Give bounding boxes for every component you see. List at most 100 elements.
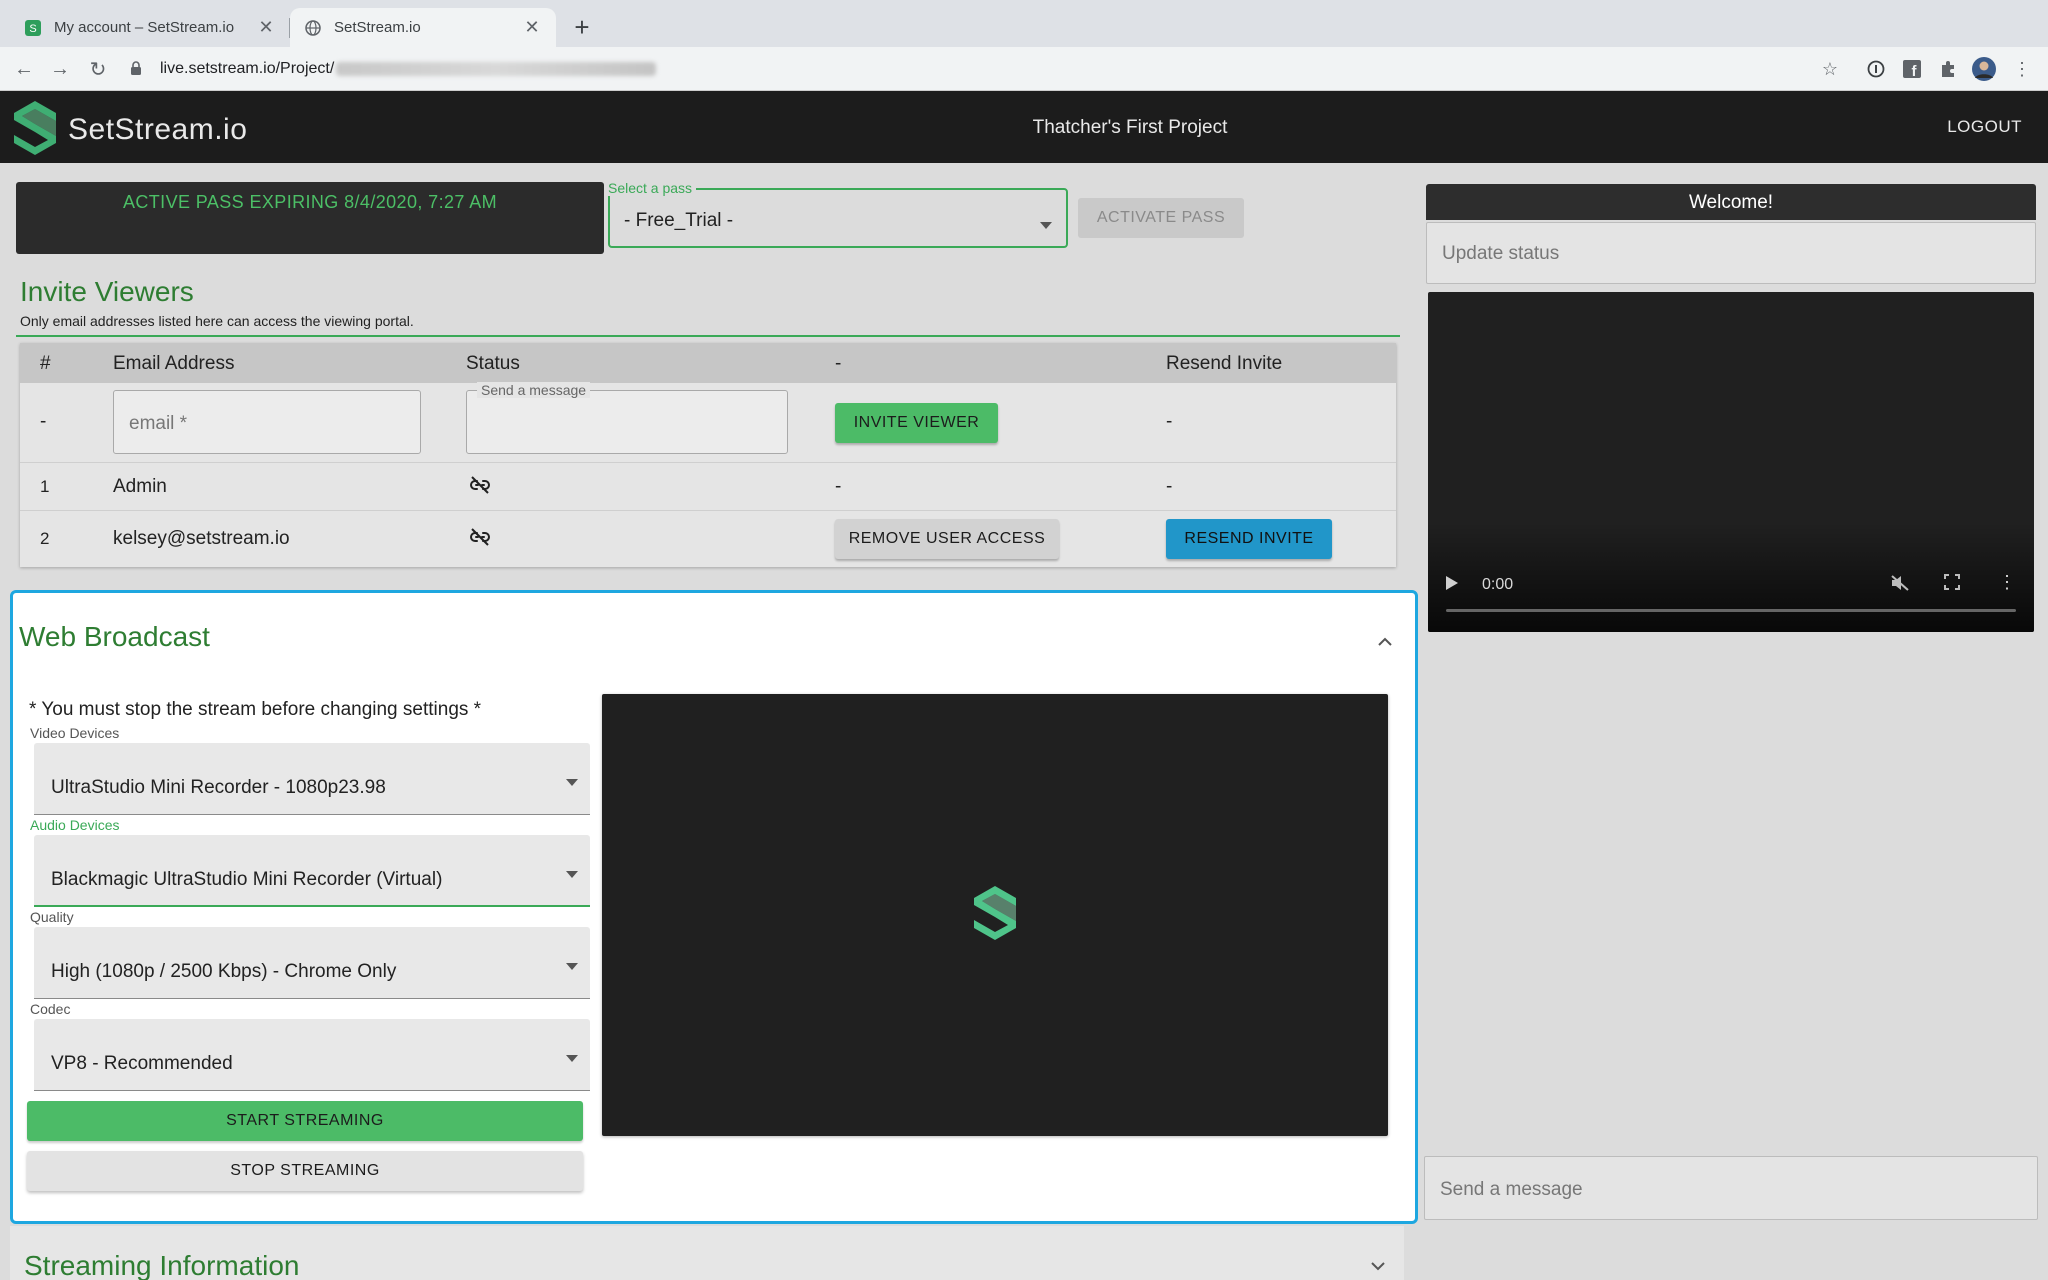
quality-label: Quality xyxy=(30,909,74,925)
column-header-action: - xyxy=(835,353,842,374)
broadcast-preview xyxy=(602,694,1388,1136)
close-tab-icon[interactable]: ✕ xyxy=(256,17,276,38)
video-scrubber[interactable] xyxy=(1446,609,2016,612)
web-broadcast-title: Web Broadcast xyxy=(19,621,210,652)
pass-select[interactable]: Select a pass - Free_Trial - xyxy=(608,180,1068,248)
codec-label: Codec xyxy=(30,1001,71,1017)
quality-value: High (1080p / 2500 Kbps) - Chrome Only xyxy=(51,961,397,982)
invite-viewers-title: Invite Viewers xyxy=(20,276,194,307)
forward-icon[interactable]: → xyxy=(46,55,74,83)
facebook-extension-icon[interactable]: f xyxy=(1900,57,1924,81)
chat-message-input[interactable]: Send a message xyxy=(1424,1156,2038,1220)
chevron-down-icon[interactable] xyxy=(1370,1258,1386,1276)
caret-down-icon xyxy=(566,865,578,883)
link-off-icon xyxy=(468,525,492,555)
mute-icon[interactable] xyxy=(1890,574,1910,597)
table-row: 1 Admin - - xyxy=(20,463,1396,511)
resend-invite-button[interactable]: RESEND INVITE xyxy=(1166,519,1332,559)
stream-settings-notice: * You must stop the stream before changi… xyxy=(29,699,482,720)
section-divider xyxy=(16,335,1400,337)
column-header-resend: Resend Invite xyxy=(1166,353,1283,374)
video-player[interactable]: 0:00 ⋮ xyxy=(1428,292,2034,632)
url-text: live.setstream.io/Project/ xyxy=(160,60,335,77)
row-index: 2 xyxy=(40,529,50,548)
browser-tab-setstream[interactable]: SetStream.io ✕ xyxy=(290,8,556,47)
password-manager-icon[interactable] xyxy=(1864,57,1888,81)
table-row: 2 kelsey@setstream.io REMOVE USER ACCESS… xyxy=(20,511,1396,567)
setstream-favicon-icon: S xyxy=(24,19,42,37)
email-input[interactable]: email * xyxy=(113,390,421,454)
logout-button[interactable]: LOGOUT xyxy=(1947,117,2022,137)
pass-select-label: Select a pass xyxy=(608,180,697,196)
svg-text:S: S xyxy=(29,23,36,35)
email-placeholder: email * xyxy=(129,413,188,434)
fullscreen-icon[interactable] xyxy=(1944,574,1960,595)
audio-devices-select[interactable]: Audio Devices Blackmagic UltraStudio Min… xyxy=(30,817,590,907)
table-row-new-invite: - email * Send a message INVITE VIEWER - xyxy=(20,382,1396,463)
column-header-index: # xyxy=(40,353,51,374)
close-tab-icon[interactable]: ✕ xyxy=(522,17,542,38)
start-streaming-button[interactable]: START STREAMING xyxy=(27,1101,583,1141)
quality-select[interactable]: Quality High (1080p / 2500 Kbps) - Chrom… xyxy=(30,909,590,999)
video-time: 0:00 xyxy=(1482,576,1514,593)
codec-select[interactable]: Codec VP8 - Recommended xyxy=(30,1001,590,1091)
globe-icon xyxy=(304,19,322,37)
video-controls: 0:00 ⋮ xyxy=(1428,522,2034,632)
row-email: Admin xyxy=(113,476,167,497)
video-devices-select[interactable]: Video Devices UltraStudio Mini Recorder … xyxy=(30,725,590,815)
redacted-url-segment xyxy=(336,62,657,76)
browser-toolbar: ← → ↻ live.setstream.io/Project/ ☆ f ⋮ xyxy=(0,47,2048,91)
bookmark-star-icon[interactable]: ☆ xyxy=(1818,57,1842,81)
streaming-information-panel[interactable]: Streaming Information xyxy=(10,1226,1404,1280)
caret-down-icon xyxy=(566,1049,578,1067)
active-pass-status: ACTIVE PASS EXPIRING 8/4/2020, 7:27 AM xyxy=(16,182,604,254)
invite-table: # Email Address Status - Resend Invite -… xyxy=(20,343,1396,567)
stop-streaming-button[interactable]: STOP STREAMING xyxy=(27,1151,583,1191)
browser-tab-my-account[interactable]: S My account – SetStream.io ✕ xyxy=(10,8,290,47)
row-index: - xyxy=(40,411,47,432)
extensions-puzzle-icon[interactable] xyxy=(1936,57,1960,81)
video-menu-icon[interactable]: ⋮ xyxy=(1998,572,2016,593)
address-bar[interactable]: live.setstream.io/Project/ xyxy=(130,53,1840,85)
invite-message-input[interactable]: Send a message xyxy=(466,382,788,454)
play-icon[interactable] xyxy=(1446,576,1458,595)
activate-pass-button[interactable]: ACTIVATE PASS xyxy=(1078,198,1244,238)
reload-icon[interactable]: ↻ xyxy=(84,55,112,83)
row-action: - xyxy=(835,476,842,497)
setstream-logo-icon xyxy=(972,884,1018,945)
audio-devices-label: Audio Devices xyxy=(30,817,120,833)
lock-icon xyxy=(130,60,146,78)
row-email: kelsey@setstream.io xyxy=(113,528,290,549)
row-index: 1 xyxy=(40,477,50,496)
audio-devices-value: Blackmagic UltraStudio Mini Recorder (Vi… xyxy=(51,869,443,890)
pass-select-value: - Free_Trial - xyxy=(624,210,734,231)
column-header-status: Status xyxy=(466,353,520,374)
profile-avatar-icon[interactable] xyxy=(1972,57,1996,81)
caret-down-icon xyxy=(566,957,578,975)
new-tab-icon[interactable]: + xyxy=(570,12,594,42)
update-status-input[interactable]: Update status xyxy=(1426,222,2036,284)
row-resend: - xyxy=(1166,411,1173,432)
tab-title: SetStream.io xyxy=(334,19,421,36)
update-status-placeholder: Update status xyxy=(1442,243,1560,264)
caret-down-icon xyxy=(1040,216,1052,234)
codec-value: VP8 - Recommended xyxy=(51,1053,233,1074)
column-header-email: Email Address xyxy=(113,353,235,374)
streaming-information-title: Streaming Information xyxy=(24,1250,300,1280)
table-header: # Email Address Status - Resend Invite xyxy=(20,343,1396,383)
browser-tab-bar: S My account – SetStream.io ✕ SetStream.… xyxy=(0,0,2048,47)
browser-menu-icon[interactable]: ⋮ xyxy=(2010,57,2034,81)
back-icon[interactable]: ← xyxy=(10,55,38,83)
invite-viewer-button[interactable]: INVITE VIEWER xyxy=(835,403,998,443)
welcome-header: Welcome! xyxy=(1426,184,2036,220)
project-title: Thatcher's First Project xyxy=(1032,117,1228,138)
row-resend: - xyxy=(1166,476,1173,497)
caret-down-icon xyxy=(566,773,578,791)
link-off-icon xyxy=(468,473,492,503)
tab-title: My account – SetStream.io xyxy=(54,19,235,36)
chevron-up-icon[interactable] xyxy=(1377,633,1393,651)
video-devices-label: Video Devices xyxy=(30,725,120,741)
chat-message-placeholder: Send a message xyxy=(1440,1179,1583,1200)
invite-viewers-description: Only email addresses listed here can acc… xyxy=(20,313,414,329)
remove-user-access-button[interactable]: REMOVE USER ACCESS xyxy=(835,519,1059,559)
